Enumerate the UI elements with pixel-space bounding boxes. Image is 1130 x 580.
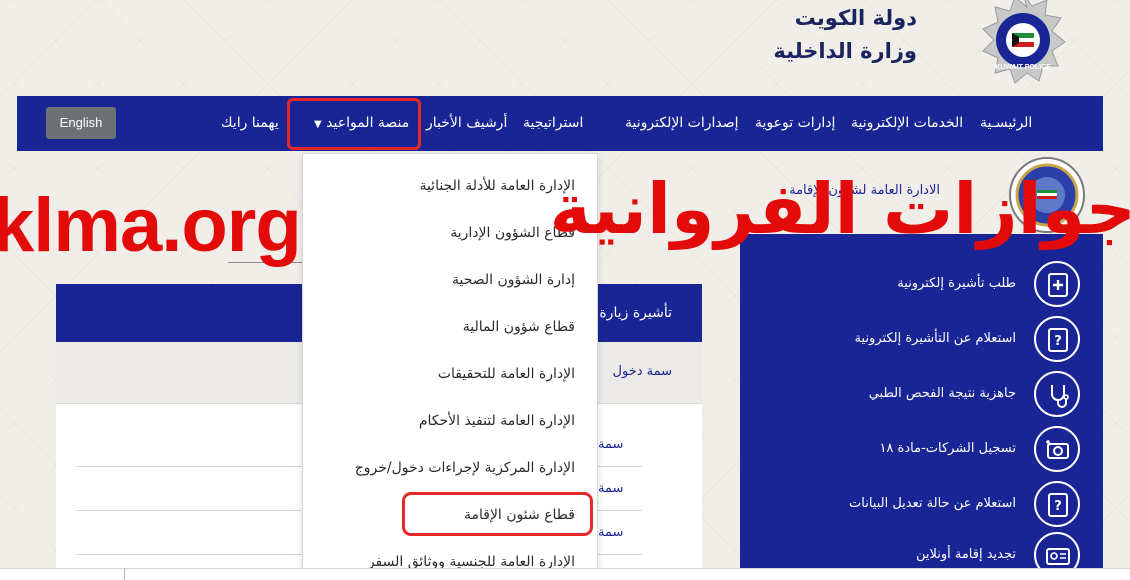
sidebar-item-e-visa-inquiry[interactable]: ? استعلام عن التأشيرة إلكترونية: [740, 306, 1103, 364]
bottom-tick: [124, 568, 125, 580]
title-line-country: دولة الكويت: [794, 6, 917, 30]
stethoscope-icon: [1034, 371, 1080, 417]
document-question-icon: ?: [1034, 316, 1080, 362]
document-question-icon: ?: [1034, 481, 1080, 527]
sidebar-item-e-visa-request[interactable]: طلب تأشيرة إلكترونية: [740, 251, 1103, 309]
bottom-scroll-bar: [0, 568, 1130, 580]
dropdown-item-health-affairs[interactable]: إدارة الشؤون الصحية: [303, 257, 597, 304]
tab-visit-visa[interactable]: تأشيرة زيارة: [596, 284, 702, 342]
row-label[interactable]: سمة: [598, 437, 623, 452]
nav-item-home[interactable]: الرئيسـية: [980, 96, 1032, 151]
svg-text:?: ?: [1054, 334, 1062, 349]
nav-item-news-archive[interactable]: أرشيف الأخبار: [426, 96, 507, 151]
document-plus-icon: [1034, 261, 1080, 307]
nav-item-e-services[interactable]: الخدمات الإلكترونية: [851, 96, 963, 151]
nav-item-strategy[interactable]: استراتيجية: [523, 96, 583, 151]
english-language-button[interactable]: English: [46, 107, 116, 139]
appointments-highlight-annotation: [287, 98, 421, 150]
sidebar-item-medical-result[interactable]: جاهزية نتيجة الفحص الطبي: [740, 361, 1103, 419]
dropdown-item-judgment-execution[interactable]: الإدارة العامة لتنفيذ الأحكام: [303, 398, 597, 445]
logo-text: KUWAIT POLICE: [995, 64, 1051, 71]
residency-highlight-annotation: [402, 492, 593, 536]
main-navbar: English الرئيسـية الخدمات الإلكترونية إد…: [17, 96, 1103, 151]
subtab-entry-visa[interactable]: سمة دخول: [596, 364, 702, 379]
nav-item-feedback[interactable]: يهمنا رايك: [221, 96, 279, 151]
row-label[interactable]: سمة: [598, 525, 623, 540]
ministry-title: دولة الكويت وزارة الداخلية: [657, 2, 917, 68]
nav-item-e-publications[interactable]: إصدارات الإلكترونية: [625, 96, 739, 151]
kuwait-police-logo[interactable]: KUWAIT POLICE: [968, 0, 1078, 92]
sidebar-item-company-registration[interactable]: تسجيل الشركات-مادة ١٨: [740, 416, 1103, 474]
watermark-arabic: جوازات الفروانية: [549, 168, 1130, 250]
nav-item-awareness[interactable]: إدارات توعوية: [755, 96, 835, 151]
dropdown-item-financial-affairs[interactable]: قطاع شؤون المالية: [303, 304, 597, 351]
watermark-site: klma.org: [0, 183, 302, 268]
dropdown-item-entry-exit[interactable]: الإدارة المركزية لإجراءات دخول/خروج: [303, 445, 597, 492]
dropdown-item-investigations[interactable]: الإدارة العامة للتحقيقات: [303, 351, 597, 398]
svg-text:?: ?: [1054, 499, 1062, 514]
sidebar-item-data-change-inquiry[interactable]: ? استعلام عن حالة تعديل البيانات: [740, 471, 1103, 529]
title-line-ministry: وزارة الداخلية: [773, 39, 917, 63]
camera-plus-icon: [1034, 426, 1080, 472]
row-label[interactable]: سمة: [598, 481, 623, 496]
